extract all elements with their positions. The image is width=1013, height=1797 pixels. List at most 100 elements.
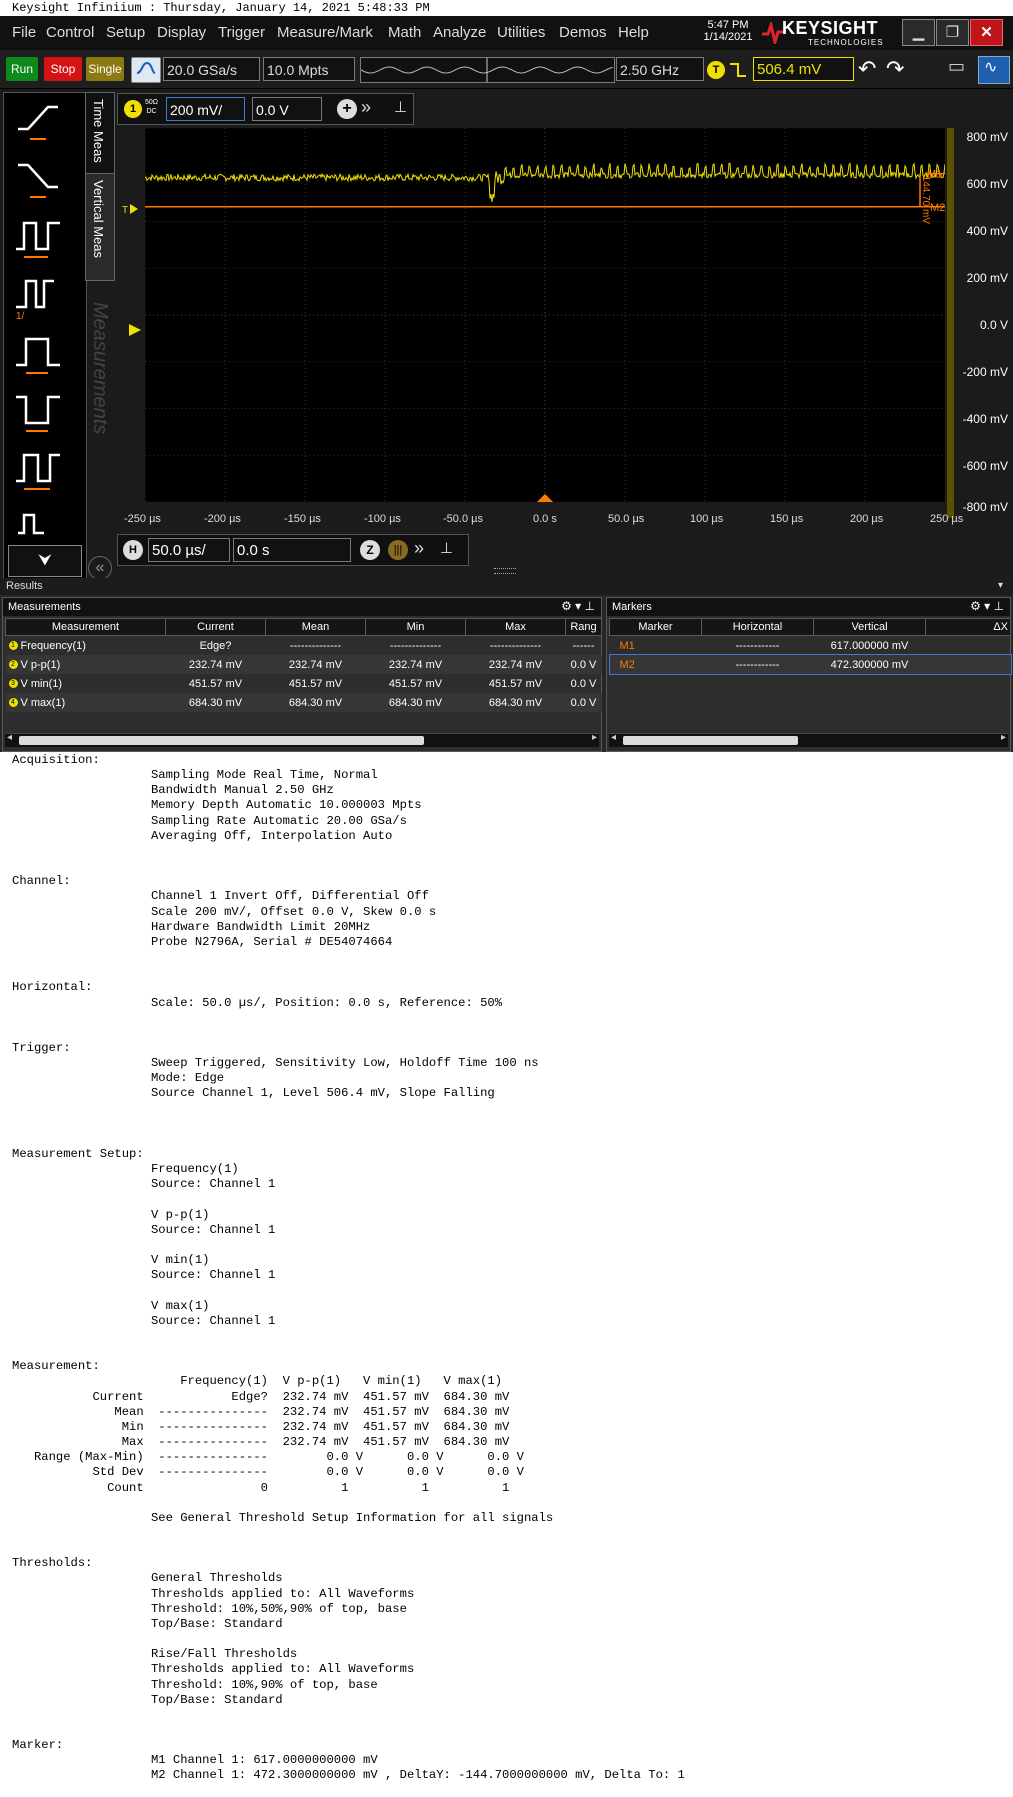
more-button[interactable]: » [361, 97, 371, 118]
measurements-settings-button[interactable]: ⚙ ▾ ⊥ [561, 599, 595, 613]
add-channel-button[interactable]: + [337, 99, 357, 119]
x-tick-label: -150 µs [284, 513, 321, 525]
trigger-level-icon[interactable]: T [122, 203, 144, 215]
cell-delta-x [926, 636, 1011, 656]
cell-min: 451.57 mV [388, 677, 443, 690]
measurement-tabs: Time Meas Vertical Meas Measurements « [85, 92, 115, 582]
negative-width-icon[interactable] [14, 389, 62, 437]
table-row[interactable]: M2 ------------ 472.300000 mV [608, 654, 1012, 675]
results-title: Results [0, 578, 1013, 595]
col-header-horizontal[interactable]: Horizontal [701, 618, 814, 636]
col-header-current[interactable]: Current [165, 618, 266, 636]
horizontal-pin-button[interactable]: ⊥ [440, 539, 453, 557]
tab-vertical-meas[interactable]: Vertical Meas [85, 173, 115, 281]
horizontal-badge[interactable]: H [123, 540, 143, 560]
table-row[interactable]: 1 Frequency(1) Edge? -------------- -----… [6, 636, 602, 656]
x-tick-label: -200 µs [204, 513, 241, 525]
collapse-panel-button[interactable]: « [88, 556, 112, 580]
vertical-scale-field[interactable]: 200 mV/ [166, 97, 245, 121]
col-header-max[interactable]: Max [465, 618, 566, 636]
col-header-vertical[interactable]: Vertical [813, 618, 926, 636]
splitter-grip-icon[interactable] [494, 568, 516, 574]
channel-control-bar: 1 50Ω DC 200 mV/ 0.0 V + » ⊥ [117, 93, 414, 125]
ground-reference-icon[interactable] [127, 322, 143, 342]
col-header-delta-x[interactable]: ΔX [925, 618, 1011, 636]
menu-setup[interactable]: Setup [106, 24, 145, 41]
frequency-icon[interactable]: 1/ [14, 273, 62, 321]
markers-settings-button[interactable]: ⚙ ▾ ⊥ [970, 599, 1004, 613]
menu-help[interactable]: Help [618, 24, 649, 41]
y-tick-label: 400 mV [966, 224, 1008, 238]
scroll-right-icon[interactable]: ▸ [1001, 732, 1006, 743]
restore-button[interactable]: ❐ [936, 19, 969, 46]
menu-analyze[interactable]: Analyze [433, 24, 486, 41]
waveform-grid[interactable]: 144.70 mV M1 M2 [145, 128, 945, 502]
positive-width-icon[interactable] [14, 331, 62, 379]
touch-button[interactable]: ▭ [948, 56, 976, 82]
period-icon[interactable] [14, 215, 62, 263]
memory-depth-field[interactable]: 10.0 Mpts [263, 57, 355, 81]
tab-measurements[interactable]: Measurements [85, 282, 113, 532]
run-button[interactable]: Run [6, 57, 38, 81]
col-header-mean[interactable]: Mean [265, 618, 366, 636]
measurements-scrollbar[interactable]: ◂ ▸ [5, 732, 599, 747]
tab-time-meas[interactable]: Time Meas [85, 92, 115, 174]
trigger-level-field[interactable]: 506.4 mV [753, 57, 854, 81]
single-button[interactable]: Single [86, 57, 124, 81]
results-menu-icon[interactable]: ▾ [998, 580, 1003, 591]
menu-trigger[interactable]: Trigger [218, 24, 265, 41]
x-tick-label: 150 µs [770, 513, 804, 525]
menu-display[interactable]: Display [157, 24, 206, 41]
menu-control[interactable]: Control [46, 24, 94, 41]
stop-button[interactable]: Stop [44, 57, 82, 81]
horizontal-scale-field[interactable]: 50.0 µs/ [148, 538, 230, 562]
undo-button[interactable]: ↶ [858, 56, 884, 82]
scrollbar-thumb[interactable] [623, 736, 798, 745]
zoom-button[interactable]: Z [360, 540, 380, 560]
scrollbar-thumb[interactable] [19, 736, 424, 745]
burst-width-icon[interactable] [14, 505, 62, 535]
scroll-left-icon[interactable]: ◂ [611, 732, 616, 743]
measurement-badge: 1 [8, 641, 18, 651]
col-header-min[interactable]: Min [365, 618, 466, 636]
menu-file[interactable]: File [12, 24, 36, 41]
close-button[interactable]: ✕ [970, 19, 1003, 46]
table-row[interactable]: 2V p-p(1) 232.74 mV 232.74 mV 232.74 mV … [5, 655, 602, 674]
duty-cycle-icon[interactable] [14, 447, 62, 495]
menu-math[interactable]: Math [388, 24, 421, 41]
palette-expand-button[interactable]: ⮟ [8, 545, 82, 577]
col-header-range[interactable]: Rang [565, 618, 602, 636]
scroll-left-icon[interactable]: ◂ [7, 732, 12, 743]
channel-badge[interactable]: 1 [124, 100, 142, 118]
falling-edge-icon[interactable] [728, 60, 748, 80]
sample-rate-field[interactable]: 20.0 GSa/s [163, 57, 260, 81]
waveform-overview[interactable] [360, 57, 615, 83]
table-row[interactable]: 4V max(1) 684.30 mV 684.30 mV 684.30 mV … [5, 693, 602, 712]
redo-button[interactable]: ↷ [886, 56, 912, 82]
horizontal-more-button[interactable]: » [414, 538, 424, 559]
horizontal-position-field[interactable]: 0.0 s [233, 538, 351, 562]
vertical-offset-field[interactable]: 0.0 V [252, 97, 322, 121]
scroll-right-icon[interactable]: ▸ [592, 732, 597, 743]
trigger-badge[interactable]: T [707, 61, 725, 79]
fall-time-icon[interactable] [14, 157, 62, 205]
auto-scale-button[interactable] [131, 57, 161, 83]
minimize-button[interactable]: ▁ [902, 19, 935, 46]
cell-vertical: 472.300000 mV [813, 655, 926, 674]
y-tick-label: 200 mV [966, 271, 1008, 285]
menu-demos[interactable]: Demos [559, 24, 607, 41]
markers-scrollbar[interactable]: ◂ ▸ [609, 732, 1008, 747]
table-row[interactable]: 3V min(1) 451.57 mV 451.57 mV 451.57 mV … [6, 674, 602, 693]
bandwidth-field[interactable]: 2.50 GHz [616, 57, 704, 81]
col-header-measurement[interactable]: Measurement [5, 618, 166, 636]
table-row[interactable]: M1 ------------ 617.000000 mV [610, 636, 1011, 656]
y-tick-label: -200 mV [962, 365, 1008, 379]
menu-measure-mark[interactable]: Measure/Mark [277, 24, 373, 41]
waveform-settings-button[interactable]: ∿ [978, 56, 1010, 84]
rise-time-icon[interactable] [14, 99, 62, 147]
col-header-marker[interactable]: Marker [609, 618, 702, 636]
menu-utilities[interactable]: Utilities [497, 24, 545, 41]
segment-button[interactable]: ||| [388, 540, 408, 560]
pin-button[interactable]: ⊥ [394, 98, 407, 116]
marker-m1-label: M1 [927, 169, 942, 181]
